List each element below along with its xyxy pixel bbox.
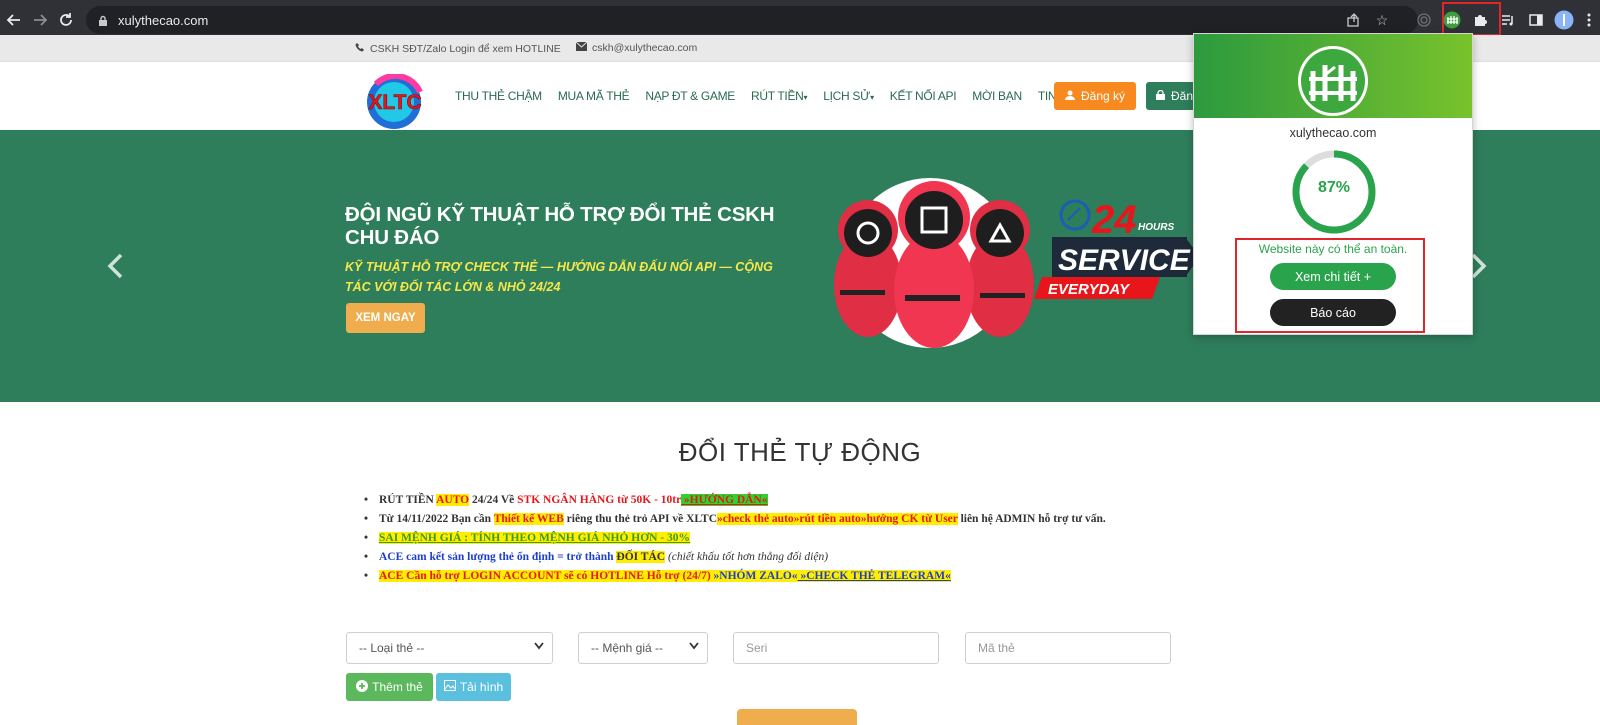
- list-item: Từ 14/11/2022 Bạn cần Thiết kế WEB riêng…: [364, 510, 1106, 529]
- page-title: ĐỔI THẺ TỰ ĐỘNG: [678, 437, 922, 467]
- register-button[interactable]: Đăng ký: [1054, 82, 1136, 110]
- extension-logo-icon: [1297, 45, 1369, 117]
- hero-illustration: 24 HOURS SERVICE EVERYDAY: [820, 175, 1200, 355]
- add-card-button[interactable]: Thêm thẻ: [346, 673, 433, 701]
- url-text: xulythecao.com: [118, 12, 209, 28]
- nav-item-nap-dt-game[interactable]: NẠP ĐT & GAME: [645, 89, 735, 103]
- chevron-down-icon: [534, 642, 544, 653]
- bookmark-star-icon[interactable]: ☆: [1369, 7, 1395, 33]
- logo-text: XLTC: [368, 91, 421, 114]
- caret-down-icon: ▾: [803, 93, 808, 102]
- image-icon: [443, 680, 456, 694]
- card-type-select[interactable]: -- Loại thẻ --: [346, 632, 553, 664]
- badge-everyday-text: EVERYDAY: [1048, 281, 1131, 298]
- share-icon[interactable]: [1341, 7, 1367, 33]
- lock-icon: [98, 14, 108, 26]
- user-icon: [1064, 89, 1075, 103]
- guide-link[interactable]: »HƯỚNG DẪN«: [681, 494, 768, 506]
- lock-icon: [1156, 89, 1165, 103]
- nav-item-lich-su-label: LỊCH SỬ: [823, 89, 871, 103]
- back-icon[interactable]: [0, 6, 28, 34]
- envelope-icon: [575, 41, 588, 54]
- menu-kebab-icon[interactable]: [1579, 7, 1599, 33]
- card-code-input[interactable]: Mã thẻ: [965, 632, 1171, 664]
- telegram-link[interactable]: »CHECK THẺ TELEGRAM«: [797, 570, 951, 582]
- extension-circle-icon[interactable]: [1411, 7, 1437, 33]
- report-button[interactable]: Báo cáo: [1270, 299, 1396, 326]
- nav-item-lich-su[interactable]: LỊCH SỬ▾: [823, 89, 874, 103]
- serial-input[interactable]: Seri: [733, 632, 939, 664]
- extension-highlight-box: [1442, 2, 1501, 36]
- side-panel-icon[interactable]: [1523, 7, 1549, 33]
- upload-image-button[interactable]: Tải hình: [436, 673, 511, 701]
- view-details-button[interactable]: Xem chi tiết +: [1270, 263, 1396, 290]
- nav-menu: THU THẺ CHẬM MUA MÃ THẺ NẠP ĐT & GAME RÚ…: [455, 89, 1100, 103]
- phone-icon: [355, 42, 365, 55]
- list-item: SAI MỆNH GIÁ : TÍNH THEO MỆNH GIÁ NHỎ HƠ…: [364, 529, 1106, 548]
- hero-title: ĐỘI NGŨ KỸ THUẬT HỖ TRỢ ĐỔI THẺ CSKH CHU…: [345, 203, 775, 249]
- forward-icon[interactable]: [26, 6, 54, 34]
- nav-item-ket-noi-api[interactable]: KẾT NỐI API: [890, 89, 957, 103]
- nav-item-moi-ban[interactable]: MỜI BẠN: [972, 89, 1022, 103]
- register-label: Đăng ký: [1080, 89, 1126, 103]
- hero-subtitle: KỸ THUẬT HỖ TRỢ CHECK THẺ — HƯỚNG DẪN ĐẤ…: [345, 260, 773, 294]
- hero-cta-button[interactable]: XEM NGAY: [346, 303, 425, 333]
- notice-list: RÚT TIỀN AUTO 24/24 Về STK NGÂN HÀNG từ …: [364, 491, 1106, 586]
- email-info: cskh@xulythecao.com: [575, 41, 697, 54]
- profile-avatar[interactable]: [1551, 7, 1577, 33]
- nav-item-rut-tien-label: RÚT TIỀN: [751, 89, 804, 103]
- popup-header: [1194, 34, 1472, 118]
- list-item: ACE cam kết sản lượng thẻ ổn định = trở …: [364, 548, 1106, 567]
- safety-extension-popup: xulythecao.com 87% Website này có thể an…: [1193, 33, 1473, 335]
- badge-24-text: 24: [1091, 198, 1137, 242]
- badge-hours-text: HOURS: [1138, 222, 1174, 233]
- chevron-down-icon: [689, 642, 699, 653]
- list-item: RÚT TIỀN AUTO 24/24 Về STK NGÂN HÀNG từ …: [364, 491, 1106, 510]
- nav-item-thu-the-cham[interactable]: THU THẺ CHẬM: [455, 89, 542, 103]
- zalo-group-link[interactable]: »NHÓM ZALO«: [713, 570, 798, 582]
- carousel-prev-icon[interactable]: [106, 252, 124, 287]
- hotline-info: CSKH SĐT/Zalo Login để xem HOTLINE: [355, 42, 561, 55]
- badge-service-text: SERVICE: [1058, 244, 1191, 277]
- popup-domain: xulythecao.com: [1289, 126, 1377, 140]
- nav-item-rut-tien[interactable]: RÚT TIỀN▾: [751, 89, 807, 103]
- caret-down-icon: ▾: [870, 93, 874, 102]
- list-item: ACE Cần hỗ trợ LOGIN ACCOUNT sẽ có HOTLI…: [364, 567, 1106, 586]
- safety-score-value: 87%: [1317, 179, 1351, 196]
- plus-circle-icon: [356, 679, 369, 695]
- submit-button[interactable]: [737, 709, 857, 725]
- denomination-select[interactable]: -- Mệnh giá --: [578, 632, 708, 664]
- reload-icon[interactable]: [52, 6, 80, 34]
- site-logo[interactable]: XLTC: [350, 72, 440, 130]
- safety-status-text: Website này có thể an toàn.: [1258, 242, 1408, 256]
- nav-item-mua-ma-the[interactable]: MUA MÃ THẺ: [558, 89, 630, 103]
- address-bar[interactable]: xulythecao.com: [86, 6, 1418, 34]
